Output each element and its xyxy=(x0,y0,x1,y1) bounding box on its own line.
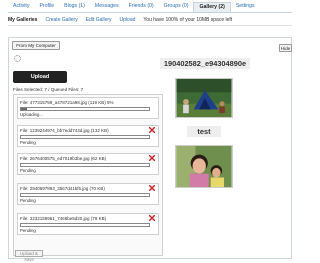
subtab-upload[interactable]: Upload xyxy=(120,17,136,23)
queue-item: File: 3232158961_7466be5d20.jpg (79 KB) … xyxy=(17,213,159,235)
gallery-subnav: My Galleries Create Gallery Edit Gallery… xyxy=(8,15,292,26)
progress-fill xyxy=(21,108,28,110)
upload-panel: From My Computer Hide Upload Files Selec… xyxy=(8,37,292,262)
progress-bar xyxy=(20,135,150,139)
profile-tab-bar: Activity Profile Blogs (1) Messages Frie… xyxy=(8,1,292,13)
upload-queue: File: 477315759_a478721a98.jpg (119 KB) … xyxy=(13,94,163,256)
delete-icon[interactable] xyxy=(149,155,155,161)
files-summary: Files Selected: 7 / Queued Files: 7 xyxy=(13,87,84,92)
file-name: File: 477315759_a478721a98.jpg (119 KB) … xyxy=(20,100,114,105)
upload-save-button[interactable]: Upload & Save xyxy=(15,250,43,262)
gallery-thumbnail[interactable] xyxy=(175,78,233,118)
subtab-create-gallery[interactable]: Create Gallery xyxy=(45,17,77,23)
queue-item: File: 477315759_a478721a98.jpg (119 KB) … xyxy=(17,97,159,119)
tab-blogs[interactable]: Blogs (1) xyxy=(59,2,90,12)
upload-button[interactable]: Upload xyxy=(13,71,67,83)
gallery-title[interactable]: 190402582_e94304890e xyxy=(160,58,250,69)
file-name: File: 2940597893_3567d41bf5.jpg (70 KB) xyxy=(20,186,105,191)
hide-button[interactable]: Hide xyxy=(279,44,292,52)
tab-settings[interactable]: Settings xyxy=(231,2,260,12)
tab-gallery[interactable]: Gallery (2) xyxy=(193,2,231,12)
file-name: File: 2676400575_ed7019b3be.jpg (62 KB) xyxy=(20,156,107,161)
loading-spinner-icon xyxy=(14,55,21,62)
queue-item: File: 1239244974_bb7edd743d.jpg (132 KB)… xyxy=(17,125,159,147)
progress-bar xyxy=(20,223,150,227)
file-status: Pending xyxy=(20,168,36,173)
gallery-title[interactable]: test xyxy=(187,126,221,137)
file-name: File: 3232158961_7466be5d20.jpg (79 KB) xyxy=(20,216,107,221)
file-name: File: 1239244974_bb7edd743d.jpg (132 KB) xyxy=(20,128,109,133)
progress-bar xyxy=(20,163,150,167)
queue-item: File: 2676400575_ed7019b3be.jpg (62 KB) … xyxy=(17,153,159,175)
delete-icon[interactable] xyxy=(149,185,155,191)
space-info: You have 100% of your 10MB space left xyxy=(143,17,233,23)
file-status: Pending xyxy=(20,198,36,203)
tab-activity[interactable]: Activity xyxy=(8,2,34,12)
tab-friends[interactable]: Friends (0) xyxy=(124,2,159,12)
delete-icon[interactable] xyxy=(149,127,155,133)
gallery-thumbnail[interactable] xyxy=(175,145,233,188)
queue-item: File: 2940597893_3567d41bf5.jpg (70 KB) … xyxy=(17,183,159,205)
progress-bar xyxy=(20,107,150,111)
from-computer-button[interactable]: From My Computer xyxy=(12,41,60,50)
progress-bar xyxy=(20,193,150,197)
file-status: Pending xyxy=(20,228,36,233)
tab-messages[interactable]: Messages xyxy=(90,2,124,12)
subtab-my-galleries[interactable]: My Galleries xyxy=(8,17,37,23)
tab-profile[interactable]: Profile xyxy=(34,2,59,12)
file-status: Uploading... xyxy=(20,112,43,117)
tab-groups[interactable]: Groups (0) xyxy=(159,2,194,12)
delete-icon[interactable] xyxy=(149,215,155,221)
subtab-edit-gallery[interactable]: Edit Gallery xyxy=(86,17,112,23)
file-status: Pending xyxy=(20,140,36,145)
